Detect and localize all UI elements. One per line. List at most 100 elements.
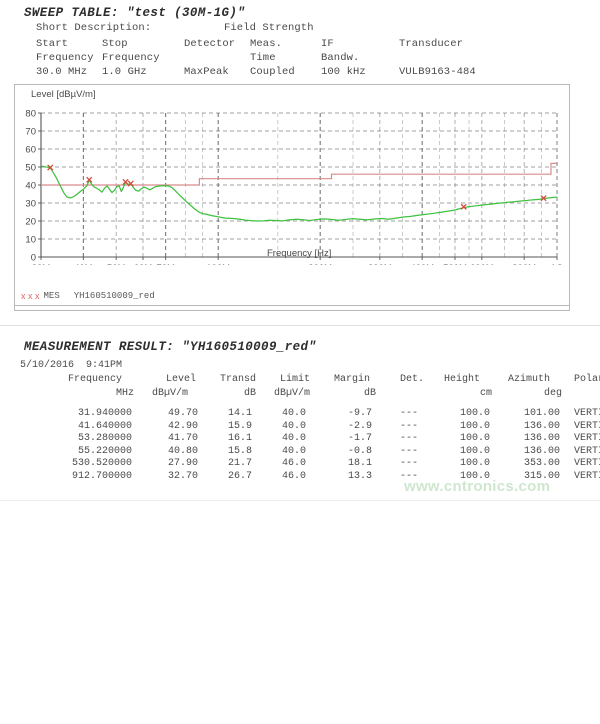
cell-height: 100.0 <box>460 471 490 484</box>
y-axis-tick-label: 40 <box>25 180 36 191</box>
table-row: 55.22000040.8015.840.0-0.8---100.0136.00… <box>20 446 592 459</box>
cell-margin: -9.7 <box>348 408 372 421</box>
x-axis-tick-label: 400M <box>410 263 434 265</box>
th-azimuth-1: Azimuth <box>508 373 550 387</box>
cell-frequency: 530.520000 <box>72 458 132 471</box>
cell-polarization: VERTICAL <box>574 433 600 446</box>
x-axis-tick-label: 70M <box>156 263 175 265</box>
table-row: 53.28000041.7016.140.0-1.7---100.0136.00… <box>20 433 592 446</box>
th-level-2: dBµV/m <box>152 387 188 401</box>
legend-row: x x x MES YH160510009_red <box>21 291 155 301</box>
y-axis-tick-label: 20 <box>25 216 36 227</box>
x-axis-tick-label: 800M <box>512 263 536 265</box>
cell-det: --- <box>400 408 418 421</box>
cell-azimuth: 136.00 <box>524 446 560 459</box>
th-transd-1: Transd <box>220 373 256 387</box>
th-frequency-1: Frequency <box>68 373 122 387</box>
legend-trace-label: MES <box>44 291 60 301</box>
y-axis-tick-label: 60 <box>25 144 36 155</box>
report-page: SWEEP TABLE: "test (30M-1G)" Short Descr… <box>0 0 600 508</box>
sweep-table-block: SWEEP TABLE: "test (30M-1G)" Short Descr… <box>8 6 592 80</box>
cell-frequency: 41.640000 <box>78 421 132 434</box>
y-axis-tick-label: 0 <box>31 252 36 263</box>
cell-polarization: VERTICAL <box>574 471 600 484</box>
cell-frequency: 55.220000 <box>78 446 132 459</box>
sweep-table-grid: Short Description: Field Strength Start … <box>36 22 592 80</box>
cell-margin: 13.3 <box>348 471 372 484</box>
table-row: 41.64000042.9015.940.0-2.9---100.0136.00… <box>20 421 592 434</box>
x-axis-tick-label: 50M <box>107 263 126 265</box>
cell-level: 27.90 <box>168 458 198 471</box>
col-transducer-head1: Transducer <box>399 38 463 52</box>
cell-level: 49.70 <box>168 408 198 421</box>
cell-transd: 26.7 <box>228 471 252 484</box>
cell-frequency: 31.940000 <box>78 408 132 421</box>
cell-polarization: VERTICAL <box>574 458 600 471</box>
th-height-1: Height <box>444 373 480 387</box>
col-detector-head1: Detector <box>184 38 235 52</box>
legend-marker-icon: x x x <box>21 291 40 301</box>
cell-limit: 40.0 <box>282 433 306 446</box>
sweep-table-title: SWEEP TABLE: "test (30M-1G)" <box>24 6 592 20</box>
cell-azimuth: 136.00 <box>524 433 560 446</box>
x-axis-tick-label: 200M <box>308 263 332 265</box>
chart-legend-strip: x x x MES YH160510009_red <box>14 288 570 306</box>
measurement-time: 9:41PM <box>86 360 122 371</box>
measurement-result-block: MEASUREMENT RESULT: "YH160510009_red" 5/… <box>8 340 592 484</box>
measurement-date: 5/10/2016 <box>20 360 74 371</box>
col-transducer-value: VULB9163-484 <box>399 66 476 80</box>
cell-det: --- <box>400 458 418 471</box>
col-if-head1: IF <box>321 38 334 52</box>
y-axis-tick-label: 50 <box>25 162 36 173</box>
cell-frequency: 53.280000 <box>78 433 132 446</box>
measurement-timestamp: 5/10/2016 9:41PM <box>20 360 592 371</box>
cell-margin: -1.7 <box>348 433 372 446</box>
cell-margin: 18.1 <box>348 458 372 471</box>
table-row: 31.94000049.7014.140.0-9.7---100.0101.00… <box>20 408 592 421</box>
cell-azimuth: 136.00 <box>524 421 560 434</box>
col-stop-head1: Stop <box>102 38 128 52</box>
short-description-label: Short Description: <box>36 22 151 36</box>
cell-margin: -2.9 <box>348 421 372 434</box>
peak-marker-x-icon <box>123 179 128 184</box>
x-axis-tick-label: 60M <box>134 263 153 265</box>
cell-height: 100.0 <box>460 408 490 421</box>
cell-transd: 21.7 <box>228 458 252 471</box>
col-stop-value: 1.0 GHz <box>102 66 147 80</box>
x-axis-tick-label: 300M <box>368 263 392 265</box>
result-table-body: 31.94000049.7014.140.0-9.7---100.0101.00… <box>20 408 592 484</box>
th-margin-1: Margin <box>334 373 370 387</box>
cell-level: 32.70 <box>168 471 198 484</box>
cell-azimuth: 315.00 <box>524 471 560 484</box>
cell-transd: 15.9 <box>228 421 252 434</box>
col-if-head2: Bandw. <box>321 52 359 66</box>
col-meas-head1: Meas. <box>250 38 282 52</box>
y-axis-tick-label: 80 <box>25 108 36 119</box>
th-polarization: Polarization <box>574 373 600 387</box>
cell-limit: 46.0 <box>282 471 306 484</box>
th-transd-2: dB <box>244 387 256 401</box>
measurement-result-title: MEASUREMENT RESULT: "YH160510009_red" <box>24 340 592 354</box>
table-row: 912.70000032.7026.746.013.3---100.0315.0… <box>20 471 592 484</box>
legend-trace-name: YH160510009_red <box>74 291 155 301</box>
col-start-value: 30.0 MHz <box>36 66 87 80</box>
th-level-1: Level <box>166 373 196 387</box>
chart-x-axis-label: Frequency [Hz] <box>267 248 331 259</box>
cell-frequency: 912.700000 <box>72 471 132 484</box>
cell-det: --- <box>400 421 418 434</box>
x-axis-tick-label: 100M <box>206 263 230 265</box>
cell-level: 41.70 <box>168 433 198 446</box>
cell-polarization: VERTICAL <box>574 408 600 421</box>
col-meas-value: Coupled <box>250 66 295 80</box>
cell-transd: 14.1 <box>228 408 252 421</box>
cell-level: 40.80 <box>168 446 198 459</box>
col-if-value: 100 kHz <box>321 66 366 80</box>
result-table-header: Frequency MHz Level dBµV/m Transd dB Lim… <box>20 373 592 401</box>
cell-polarization: VERTICAL <box>574 446 600 459</box>
cell-limit: 40.0 <box>282 421 306 434</box>
col-meas-head2: Time <box>250 52 276 66</box>
cell-transd: 15.8 <box>228 446 252 459</box>
y-axis-tick-label: 30 <box>25 198 36 209</box>
y-axis-tick-label: 70 <box>25 126 36 137</box>
cell-margin: -0.8 <box>348 446 372 459</box>
